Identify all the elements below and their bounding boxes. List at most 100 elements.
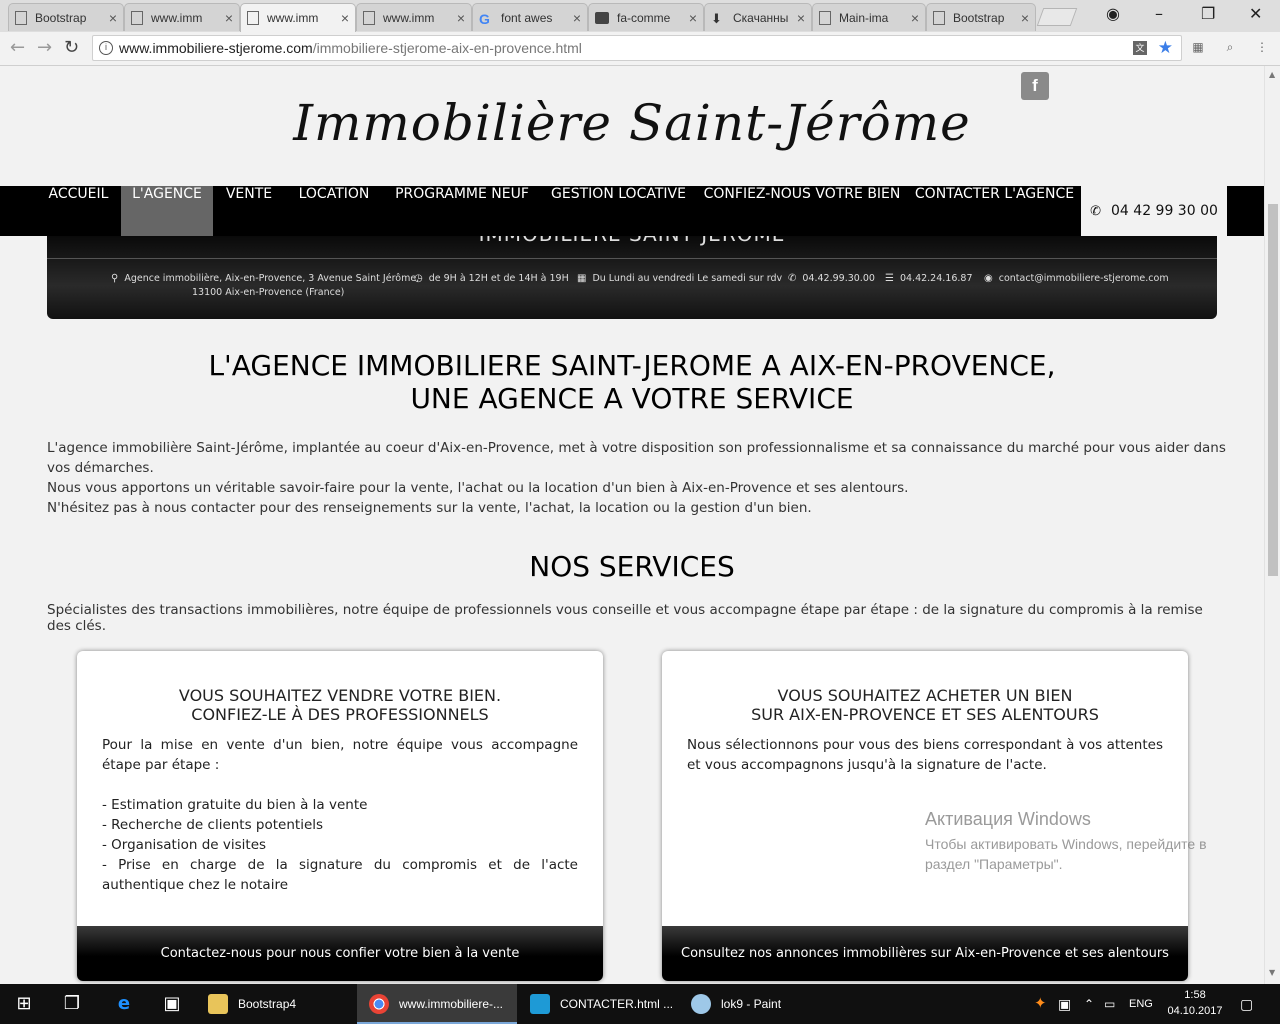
folder-icon (208, 994, 228, 1014)
taskbar-clock[interactable]: 1:58 04.10.2017 (1165, 987, 1225, 1019)
list-item: - Prise en charge de la signature du com… (102, 857, 578, 893)
nav-item-contacter[interactable]: CONTACTER L'AGENCE (908, 186, 1081, 236)
divider (47, 258, 1217, 259)
facebook-icon[interactable]: f (1021, 72, 1049, 100)
main-navigation: ACCUEIL L'AGENCE VENTE LOCATION PROGRAMM… (0, 186, 1264, 236)
close-icon[interactable]: × (341, 10, 349, 26)
browser-tab-active[interactable]: www.imm × (240, 3, 356, 32)
back-icon[interactable]: ← (10, 37, 25, 58)
maximize-icon[interactable]: ❐ (1201, 4, 1215, 23)
close-icon[interactable]: × (573, 10, 581, 26)
close-icon[interactable]: × (457, 10, 465, 26)
info-fax: ☰ 04.42.24.16.87 (885, 273, 973, 284)
folder-icon (595, 11, 609, 24)
services-title: NOS SERVICES (529, 550, 735, 583)
reload-icon[interactable]: ↻ (64, 37, 79, 58)
notification-icon[interactable]: ▢ (1240, 984, 1253, 1024)
info-icon[interactable]: i (99, 41, 113, 55)
tray-app-icon[interactable]: ▣ (1058, 984, 1071, 1024)
browser-tab[interactable]: www.imm × (356, 3, 472, 31)
list-item: - Estimation gratuite du bien à la vente (102, 797, 368, 813)
card-body: Nous sélectionnons pour vous des biens c… (687, 735, 1163, 775)
browser-tab[interactable]: Bootstrap × (926, 3, 1036, 31)
tab-title: Скачанны (733, 10, 789, 25)
browser-tab[interactable]: www.imm × (124, 3, 240, 31)
taskbar-app-paint[interactable]: lok9 - Paint (679, 984, 839, 1024)
nav-item-vente[interactable]: VENTE (213, 186, 285, 236)
window-close-icon[interactable]: ✕ (1249, 4, 1262, 23)
page-icon (933, 10, 945, 25)
tab-title: Main-ima (839, 10, 889, 25)
address-bar[interactable]: i www.immobiliere-stjerome.com/immobilie… (92, 35, 1182, 61)
tab-title: font awes (501, 10, 553, 25)
info-hours: ◷ de 9H à 12H et de 14H à 19H (414, 273, 569, 284)
edge-icon[interactable]: e (100, 984, 148, 1024)
network-icon[interactable]: ▭ (1104, 984, 1115, 1024)
nav-item-accueil[interactable]: ACCUEIL (36, 186, 121, 236)
nav-item-programme-neuf[interactable]: PROGRAMME NEUF (383, 186, 541, 236)
tab-title: www.imm (151, 10, 203, 25)
minimize-icon[interactable]: – (1155, 4, 1163, 23)
close-icon[interactable]: × (689, 10, 697, 26)
tab-title: fa-comme (617, 10, 671, 25)
browser-tab[interactable]: G font awes × (472, 3, 588, 31)
banner-title: IMMOBILIERE SAINT-JEROME (47, 236, 1217, 246)
browser-tab[interactable]: Main-ima × (812, 3, 926, 31)
close-icon[interactable]: × (911, 10, 919, 26)
tray-chevron-icon[interactable]: ⌃ (1084, 984, 1094, 1024)
paint-icon (691, 994, 711, 1014)
info-phone[interactable]: ✆ 04.42.99.30.00 (788, 273, 875, 284)
close-icon[interactable]: × (225, 10, 233, 26)
intro-paragraph: Nous vous apportons un véritable savoir-… (47, 480, 909, 496)
phone-icon: ✆ (788, 273, 797, 284)
nav-item-gestion-locative[interactable]: GESTION LOCATIVE (541, 186, 696, 236)
taskbar-app-chrome[interactable]: www.immobiliere-... (357, 984, 517, 1024)
close-icon[interactable]: × (1021, 10, 1029, 26)
card-footer-link[interactable]: Contactez-nous pour nous confier votre b… (77, 926, 603, 981)
nav-item-location[interactable]: LOCATION (285, 186, 383, 236)
page-icon (819, 10, 831, 25)
info-address: ⚲ Agence immobilière, Aix-en-Provence, 3 … (111, 273, 420, 284)
tab-title: www.imm (267, 11, 319, 25)
close-icon[interactable]: × (109, 10, 117, 26)
windows-taskbar: ⊞ ❐ e ▣ Bootstrap4 www.immobiliere-... C… (0, 984, 1280, 1024)
intro-paragraph: L'agence immobilière Saint-Jérôme, impla… (47, 440, 1226, 476)
browser-tab-bar: Bootstrap × www.imm × www.imm × www.imm … (0, 0, 1280, 32)
browser-tab[interactable]: Bootstrap × (8, 3, 124, 31)
activation-watermark-title: Активация Windows (925, 809, 1091, 829)
scrollbar-thumb[interactable] (1268, 204, 1278, 576)
info-email[interactable]: ◉ contact@immobiliere-stjerome.com (984, 273, 1169, 284)
new-tab-button[interactable] (1036, 8, 1078, 26)
card-footer-link[interactable]: Consultez nos annonces immobilières sur … (662, 926, 1188, 981)
browser-tab[interactable]: ⬇ Скачанны × (704, 3, 812, 31)
profile-icon[interactable]: ◉ (1106, 4, 1120, 23)
page-scrollbar[interactable]: ▲ ▼ (1264, 66, 1280, 984)
nav-item-agence[interactable]: L'AGENCE (121, 186, 213, 236)
language-indicator[interactable]: ENG (1129, 984, 1153, 1024)
close-icon[interactable]: × (797, 10, 805, 26)
scroll-down-icon[interactable]: ▼ (1269, 968, 1275, 977)
fax-icon: ☰ (885, 273, 894, 284)
avast-icon[interactable]: ✦ (1034, 984, 1047, 1024)
site-logo[interactable]: Immobilière Saint-Jérôme (0, 94, 1264, 152)
nav-item-confiez-nous[interactable]: CONFIEZ-NOUS VOTRE BIEN (696, 186, 908, 236)
windows-start-icon[interactable]: ⊞ (0, 984, 48, 1024)
browser-toolbar: ← → ↻ i www.immobiliere-stjerome.com/imm… (0, 32, 1280, 66)
page-icon (247, 11, 259, 25)
taskbar-app-explorer[interactable]: Bootstrap4 (196, 984, 356, 1024)
nav-phone-number: 04 42 99 30 00 (1111, 203, 1218, 219)
menu-icon[interactable]: ⋮ (1254, 40, 1270, 56)
task-view-icon[interactable]: ❐ (48, 984, 96, 1024)
nav-phone[interactable]: ✆ 04 42 99 30 00 (1081, 186, 1227, 236)
browser-tab[interactable]: fa-comme × (588, 3, 704, 31)
info-address-2: 13100 Aix-en-Provence (France) (192, 287, 345, 298)
scroll-up-icon[interactable]: ▲ (1269, 70, 1275, 79)
extension-icon[interactable]: ▦ (1190, 40, 1206, 56)
extension-search-icon[interactable]: ⌕ (1222, 40, 1238, 56)
taskbar-app-webstorm[interactable]: CONTACTER.html ... (518, 984, 678, 1024)
translate-icon[interactable]: 文 (1133, 41, 1147, 55)
clock-time: 1:58 (1184, 989, 1206, 1001)
forward-icon[interactable]: → (37, 37, 52, 58)
store-icon[interactable]: ▣ (148, 984, 196, 1024)
bookmark-star-icon[interactable]: ★ (1158, 38, 1173, 58)
